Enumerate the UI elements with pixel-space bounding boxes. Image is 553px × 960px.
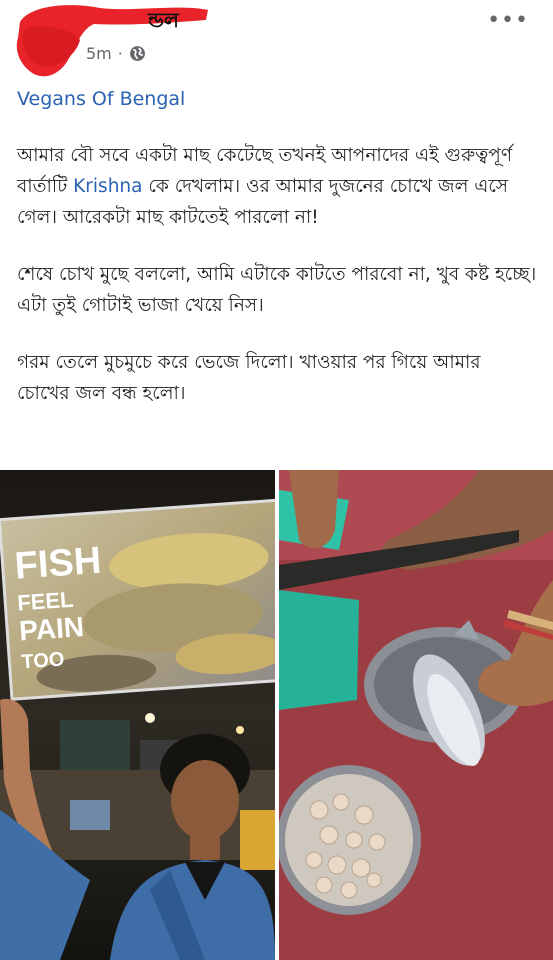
mention-link[interactable]: Krishna	[73, 176, 142, 197]
post-paragraph-1: আমার বৌ সবে একটা মাছ কেটেছে তখনই আপনাদের…	[17, 140, 539, 233]
sign-line-1: FISH	[13, 540, 102, 588]
photo-protester[interactable]: FISH FEEL PAIN TOO	[0, 470, 275, 960]
fish-illustration	[279, 470, 553, 960]
sign-line-3: PAIN	[18, 611, 85, 646]
post-meta: 5m ·	[86, 44, 146, 63]
sign-line-2: FEEL	[16, 587, 74, 616]
post-body: আমার বৌ সবে একটা মাছ কেটেছে তখনই আপনাদের…	[17, 140, 539, 435]
more-options-icon[interactable]: •••	[487, 8, 529, 33]
redaction-scribble	[16, 5, 208, 77]
post-paragraph-3: গরম তেলে মুচমুচে করে ভেজে দিলো। খাওয়ার …	[17, 352, 481, 404]
sign-line-4: TOO	[21, 648, 65, 673]
post-photos: FISH FEEL PAIN TOO	[0, 470, 553, 960]
globe-icon	[129, 46, 145, 61]
post-paragraph-2: শেষে চোখ মুছে বললো, আমি এটাকে কাটতে পারব…	[17, 264, 537, 316]
post-header: ন্ডল 5m · •••	[0, 0, 553, 80]
meta-separator: ·	[117, 44, 123, 63]
author-name[interactable]: ন্ডল	[148, 6, 179, 39]
group-link[interactable]: Vegans Of Bengal	[17, 88, 185, 110]
protester-illustration: FISH FEEL PAIN TOO	[0, 470, 275, 960]
photo-fish-cutting[interactable]	[279, 470, 553, 960]
post-timestamp[interactable]: 5m	[86, 44, 112, 63]
